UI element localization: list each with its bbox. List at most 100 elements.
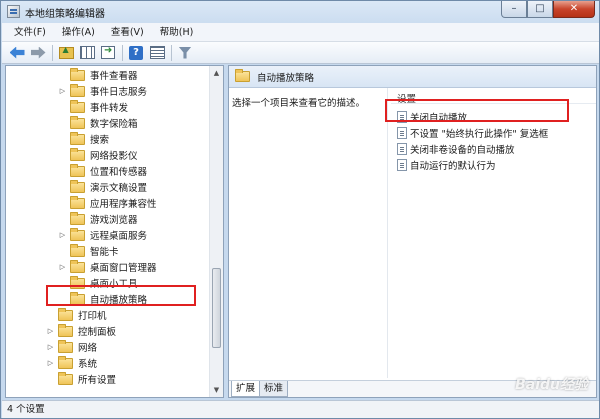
tree-item-all-settings[interactable]: 所有设置 — [46, 371, 116, 387]
column-divider — [387, 88, 388, 378]
description-text: 选择一个项目来查看它的描述。 — [232, 98, 366, 109]
folder-icon — [70, 83, 85, 97]
filter-button[interactable] — [176, 44, 194, 62]
scroll-up-arrow-icon[interactable]: ▲ — [210, 66, 223, 80]
help-button[interactable]: ? — [127, 44, 145, 62]
tree-expander[interactable]: ▷ — [46, 359, 55, 367]
tree-item-event-log-service[interactable]: ▷ 事件日志服务 — [58, 83, 147, 99]
tree-item-remote-desktop[interactable]: ▷ 远程桌面服务 — [58, 227, 147, 243]
minimize-button[interactable]: – — [501, 1, 527, 18]
tree-item-game-explorer[interactable]: 游戏浏览器 — [58, 211, 138, 227]
scroll-down-arrow-icon[interactable]: ▼ — [210, 383, 223, 397]
tree-item-label: 事件查看器 — [90, 71, 138, 82]
setting-always-do-this-checkbox[interactable]: 不设置 "始终执行此操作" 复选框 — [397, 125, 548, 141]
tree-item-label: 游戏浏览器 — [90, 215, 138, 226]
tree-scrollbar[interactable]: ▲ ▼ — [209, 66, 223, 397]
policy-setting-icon — [397, 159, 407, 171]
setting-label: 不设置 "始终执行此操作" 复选框 — [410, 129, 549, 140]
toolbar-separator — [52, 44, 53, 61]
tree-item-label: 网络投影仪 — [90, 151, 138, 162]
toolbar-separator — [122, 44, 123, 61]
menu-action[interactable]: 操作(A) — [54, 23, 103, 42]
tree-item-presentation-settings[interactable]: 演示文稿设置 — [58, 179, 147, 195]
tab-standard[interactable]: 标准 — [259, 381, 289, 397]
tree-item-search[interactable]: 搜索 — [58, 131, 109, 147]
title-bar[interactable]: 本地组策略编辑器 – □ ✕ — [1, 1, 599, 23]
window-controls: – □ ✕ — [501, 1, 595, 19]
forward-button[interactable] — [29, 44, 47, 62]
tree-item-label: 位置和传感器 — [90, 167, 148, 178]
tree-item-label: 桌面窗口管理器 — [90, 263, 157, 274]
toolbar-separator — [171, 44, 172, 61]
folder-icon — [70, 99, 85, 113]
tree-expander[interactable]: ▷ — [58, 263, 67, 271]
export-list-icon — [101, 45, 115, 59]
app-icon — [7, 5, 20, 18]
folder-icon — [58, 355, 73, 369]
folder-icon — [70, 67, 85, 81]
tree-item-event-forwarding[interactable]: 事件转发 — [58, 99, 128, 115]
tree-expander[interactable]: ▷ — [46, 327, 55, 335]
policy-setting-icon — [397, 127, 407, 139]
tree-item-desktop-window-manager[interactable]: ▷ 桌面窗口管理器 — [58, 259, 157, 275]
setting-non-volume-devices[interactable]: 关闭非卷设备的自动播放 — [397, 141, 515, 157]
watermark: Baidu经验 — [515, 377, 588, 393]
tree-item-label: 智能卡 — [90, 247, 119, 258]
export-button[interactable] — [99, 44, 117, 62]
setting-autorun-default[interactable]: 自动运行的默认行为 — [397, 157, 496, 173]
up-folder-icon — [58, 45, 74, 59]
tree-item-smart-card[interactable]: 智能卡 — [58, 243, 119, 259]
folder-icon — [70, 211, 85, 225]
details-header: 自动播放策略 — [229, 66, 596, 88]
tree-item-digital-locker[interactable]: 数字保险箱 — [58, 115, 138, 131]
tree-expander[interactable]: ▷ — [58, 87, 67, 95]
tree-item-label: 事件转发 — [90, 103, 129, 114]
folder-icon — [58, 307, 73, 321]
tree-item-label: 应用程序兼容性 — [90, 199, 157, 210]
tree-item-printers[interactable]: 打印机 — [46, 307, 107, 323]
tree-item-label: 事件日志服务 — [90, 87, 148, 98]
show-tree-button[interactable] — [78, 44, 96, 62]
tree-pane: 事件查看器 ▷ 事件日志服务 事件转发 数字保险箱 搜索 网络投影仪 位置和传感… — [5, 65, 224, 398]
tab-extended[interactable]: 扩展 — [231, 381, 261, 397]
tree-item-label: 远程桌面服务 — [90, 231, 148, 242]
menu-help[interactable]: 帮助(H) — [152, 23, 202, 42]
folder-icon — [70, 227, 85, 241]
policy-tree: 事件查看器 ▷ 事件日志服务 事件转发 数字保险箱 搜索 网络投影仪 位置和传感… — [6, 66, 210, 397]
folder-icon — [58, 323, 73, 337]
properties-button[interactable] — [148, 44, 166, 62]
tree-item-app-compat[interactable]: 应用程序兼容性 — [58, 195, 157, 211]
tree-expander[interactable]: ▷ — [58, 231, 67, 239]
back-button[interactable] — [8, 44, 26, 62]
up-button[interactable] — [57, 44, 75, 62]
folder-icon — [70, 179, 85, 193]
highlight-box-autoplay-tree — [46, 285, 196, 306]
menu-file[interactable]: 文件(F) — [2, 23, 54, 42]
scrollbar-thumb[interactable] — [212, 268, 221, 348]
details-pane: 自动播放策略 选择一个项目来查看它的描述。 设置 关闭自动播放 不设置 "始终执… — [228, 65, 597, 398]
tree-item-label: 演示文稿设置 — [90, 183, 148, 194]
tree-item-event-viewer[interactable]: 事件查看器 — [58, 67, 138, 83]
tree-item-system[interactable]: ▷ 系统 — [46, 355, 97, 371]
maximize-button[interactable]: □ — [527, 1, 553, 18]
menu-view[interactable]: 查看(V) — [103, 23, 152, 42]
tree-item-control-panel[interactable]: ▷ 控制面板 — [46, 323, 116, 339]
tree-expander[interactable]: ▷ — [46, 343, 55, 351]
tree-item-label: 网络 — [78, 343, 98, 354]
folder-icon — [235, 69, 250, 82]
folder-icon — [58, 371, 73, 385]
tree-item-network-projector[interactable]: 网络投影仪 — [58, 147, 138, 163]
folder-icon — [70, 243, 85, 257]
setting-label: 关闭非卷设备的自动播放 — [410, 145, 515, 156]
close-button[interactable]: ✕ — [553, 1, 595, 18]
tree-item-label: 数字保险箱 — [90, 119, 138, 130]
tree-item-network[interactable]: ▷ 网络 — [46, 339, 97, 355]
back-arrow-icon — [9, 46, 25, 59]
toolbar: ? — [2, 42, 599, 64]
tree-item-label: 控制面板 — [78, 327, 117, 338]
forward-arrow-icon — [30, 46, 46, 59]
folder-icon — [70, 195, 85, 209]
tree-item-label: 打印机 — [78, 311, 107, 322]
tree-item-label: 所有设置 — [78, 375, 117, 386]
tree-item-location-sensors[interactable]: 位置和传感器 — [58, 163, 147, 179]
